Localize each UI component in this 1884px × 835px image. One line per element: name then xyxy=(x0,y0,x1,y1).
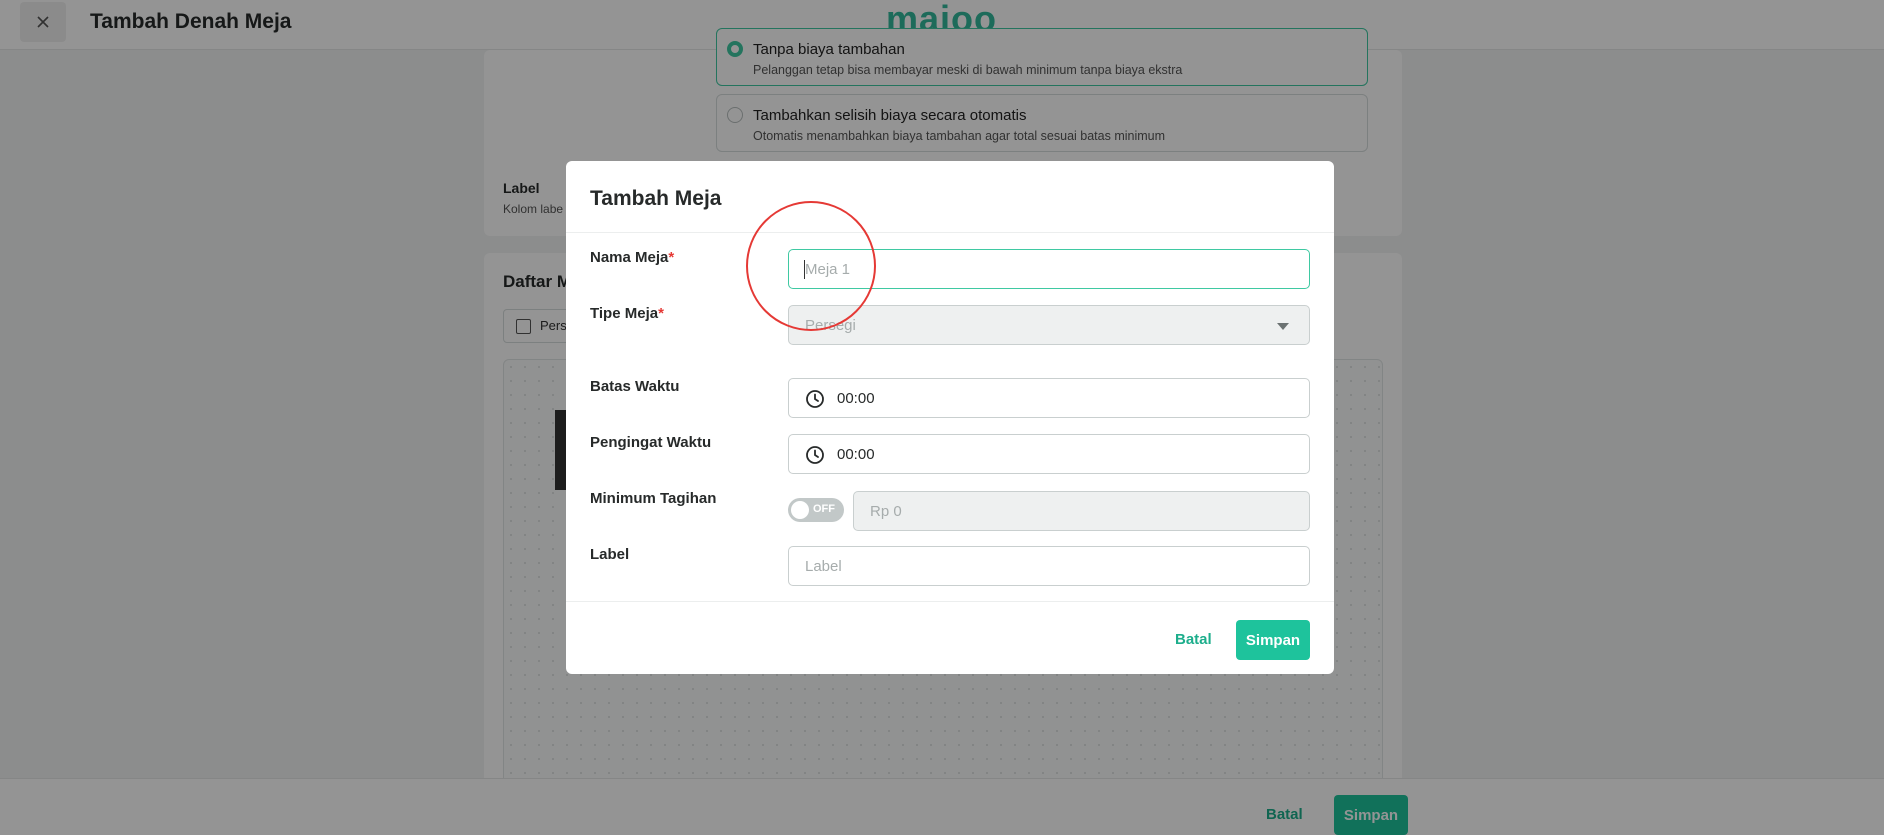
pengingat-waktu-value: 00:00 xyxy=(837,446,875,463)
nama-meja-label: Nama Meja* xyxy=(590,249,675,266)
clock-icon xyxy=(806,390,824,408)
label-input[interactable]: Label xyxy=(788,546,1310,586)
toggle-state: OFF xyxy=(813,503,835,515)
modal-cancel-button[interactable]: Batal xyxy=(1175,631,1212,648)
divider xyxy=(566,601,1334,602)
label-field-label: Label xyxy=(590,546,630,563)
divider xyxy=(566,232,1334,233)
batas-waktu-input[interactable]: 00:00 xyxy=(788,378,1310,418)
add-table-modal: Tambah Meja Nama Meja* Meja 1 Tipe Meja*… xyxy=(566,161,1334,674)
toggle-knob xyxy=(791,501,809,519)
minimum-tagihan-toggle[interactable]: OFF xyxy=(788,498,844,522)
tipe-meja-label: Tipe Meja* xyxy=(590,305,664,322)
clock-icon xyxy=(806,446,824,464)
modal-save-button[interactable]: Simpan xyxy=(1236,620,1310,660)
pengingat-waktu-input[interactable]: 00:00 xyxy=(788,434,1310,474)
chevron-down-icon xyxy=(1277,323,1289,330)
label-placeholder: Label xyxy=(805,558,842,575)
minimum-tagihan-placeholder: Rp 0 xyxy=(870,503,902,520)
batas-waktu-label: Batas Waktu xyxy=(590,378,680,395)
minimum-tagihan-input[interactable]: Rp 0 xyxy=(853,491,1310,531)
tipe-meja-select[interactable]: Persegi xyxy=(788,305,1310,345)
minimum-tagihan-label: Minimum Tagihan xyxy=(590,490,717,507)
batas-waktu-value: 00:00 xyxy=(837,390,875,407)
annotation-circle xyxy=(746,201,876,331)
pengingat-waktu-label: Pengingat Waktu xyxy=(590,434,712,451)
modal-title: Tambah Meja xyxy=(590,187,722,210)
